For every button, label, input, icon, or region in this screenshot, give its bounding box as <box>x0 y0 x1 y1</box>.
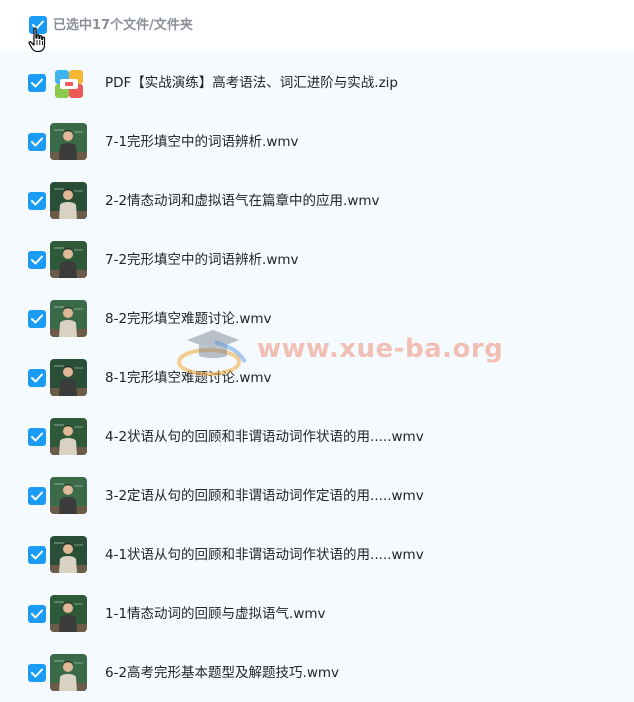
file-checkbox[interactable] <box>28 605 46 623</box>
file-name[interactable]: 7-1完形填空中的词语辨析.wmv <box>105 133 299 151</box>
video-thumbnail <box>50 477 87 514</box>
zip-archive-icon <box>55 70 83 98</box>
file-row[interactable]: PDF【实战演练】高考语法、词汇进阶与实战.zip <box>0 52 634 111</box>
hand-pointer-cursor-icon <box>28 27 46 53</box>
file-checkbox[interactable] <box>28 487 46 505</box>
video-thumbnail <box>50 595 87 632</box>
file-checkbox[interactable] <box>28 74 46 92</box>
file-name[interactable]: 8-1完形填空难题讨论.wmv <box>105 369 272 387</box>
file-row[interactable]: 2-2情态动词和虚拟语气在篇章中的应用.wmv <box>0 170 634 229</box>
file-checkbox[interactable] <box>28 133 46 151</box>
file-row[interactable]: 3-2定语从句的回顾和非谓语动词作定语的用.....wmv <box>0 465 634 524</box>
checkmark-icon <box>31 550 43 560</box>
checkmark-icon <box>31 432 43 442</box>
file-row[interactable]: 4-1状语从句的回顾和非谓语动词作状语的用.....wmv <box>0 524 634 583</box>
checkmark-icon <box>31 373 43 383</box>
checkmark-icon <box>31 255 43 265</box>
file-checkbox[interactable] <box>28 546 46 564</box>
file-row[interactable]: 4-2状语从句的回顾和非谓语动词作状语的用.....wmv <box>0 406 634 465</box>
checkmark-icon <box>31 491 43 501</box>
checkmark-icon <box>31 137 43 147</box>
file-checkbox[interactable] <box>28 664 46 682</box>
file-name[interactable]: 8-2完形填空难题讨论.wmv <box>105 310 272 328</box>
file-row[interactable]: 1-1情态动词的回顾与虚拟语气.wmv <box>0 583 634 642</box>
file-checkbox[interactable] <box>28 369 46 387</box>
selection-count-label: 已选中17个文件/文件夹 <box>53 18 193 33</box>
file-checkbox[interactable] <box>28 428 46 446</box>
file-row[interactable]: 6-2高考完形基本题型及解题技巧.wmv <box>0 642 634 701</box>
file-list: PDF【实战演练】高考语法、词汇进阶与实战.zip 7-1完形填空中的词语辨析.w… <box>0 52 634 702</box>
video-thumbnail <box>50 182 87 219</box>
selection-header: 已选中17个文件/文件夹 <box>0 0 634 53</box>
file-name[interactable]: 6-2高考完形基本题型及解题技巧.wmv <box>105 664 339 682</box>
video-thumbnail <box>50 300 87 337</box>
checkmark-icon <box>31 78 43 88</box>
video-thumbnail <box>50 418 87 455</box>
file-name[interactable]: 4-2状语从句的回顾和非谓语动词作状语的用.....wmv <box>105 428 424 446</box>
file-name[interactable]: 2-2情态动词和虚拟语气在篇章中的应用.wmv <box>105 192 380 210</box>
checkmark-icon <box>31 314 43 324</box>
video-thumbnail <box>50 123 87 160</box>
file-name[interactable]: 4-1状语从句的回顾和非谓语动词作状语的用.....wmv <box>105 546 424 564</box>
video-thumbnail <box>50 536 87 573</box>
checkmark-icon <box>31 668 43 678</box>
video-thumbnail <box>50 241 87 278</box>
file-name[interactable]: 1-1情态动词的回顾与虚拟语气.wmv <box>105 605 326 623</box>
file-row[interactable]: 8-1完形填空难题讨论.wmv <box>0 347 634 406</box>
video-thumbnail <box>50 654 87 691</box>
file-row[interactable]: 7-1完形填空中的词语辨析.wmv <box>0 111 634 170</box>
file-checkbox[interactable] <box>28 310 46 328</box>
file-checkbox[interactable] <box>28 192 46 210</box>
checkmark-icon <box>31 196 43 206</box>
file-row[interactable]: 7-2完形填空中的词语辨析.wmv <box>0 229 634 288</box>
file-row[interactable]: 8-2完形填空难题讨论.wmv <box>0 288 634 347</box>
file-name[interactable]: 7-2完形填空中的词语辨析.wmv <box>105 251 299 269</box>
file-name[interactable]: 3-2定语从句的回顾和非谓语动词作定语的用.....wmv <box>105 487 424 505</box>
file-name[interactable]: PDF【实战演练】高考语法、词汇进阶与实战.zip <box>105 74 398 92</box>
checkmark-icon <box>31 609 43 619</box>
file-checkbox[interactable] <box>28 251 46 269</box>
video-thumbnail <box>50 359 87 396</box>
